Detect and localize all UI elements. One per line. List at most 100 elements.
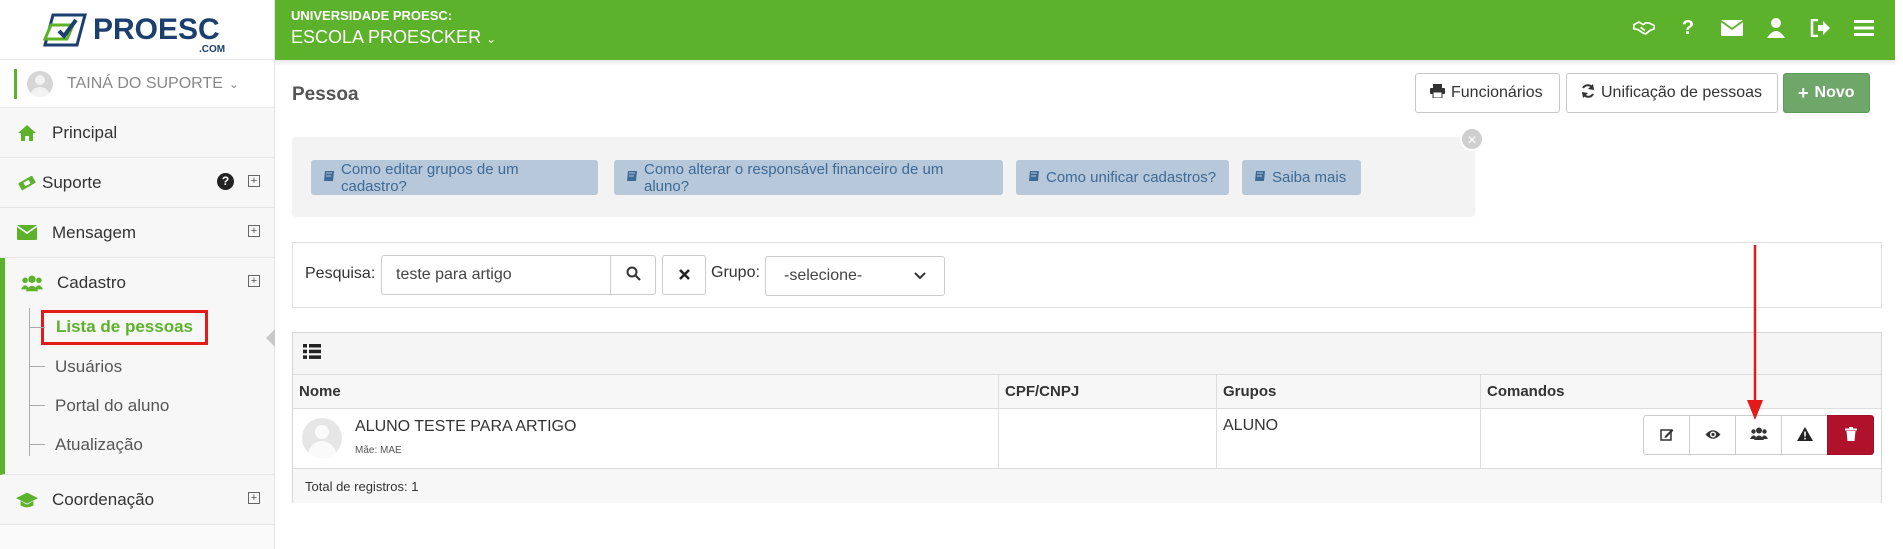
school-name: ESCOLA PROESCKER xyxy=(291,27,482,47)
view-button[interactable] xyxy=(1689,415,1736,455)
book-icon xyxy=(626,169,638,186)
school-selector[interactable]: ESCOLA PROESCKER ⌄ xyxy=(291,27,496,48)
user-name: TAINÁ DO SUPORTE xyxy=(67,74,223,92)
highlight-box: Lista de pessoas xyxy=(41,310,209,345)
delete-button[interactable] xyxy=(1827,415,1874,455)
header-icons: ? xyxy=(1633,16,1875,40)
groups-button[interactable] xyxy=(1735,415,1782,455)
help-link-label: Como unificar cadastros? xyxy=(1046,169,1217,186)
sidebar-active-caret xyxy=(266,329,275,347)
column-header-cpf[interactable]: CPF/CNPJ xyxy=(999,375,1217,409)
sidebar-item-mensagem[interactable]: Mensagem + xyxy=(0,208,274,258)
funcionarios-button[interactable]: Funcionários xyxy=(1415,73,1560,113)
close-icon[interactable]: × xyxy=(1460,127,1484,151)
book-icon xyxy=(1028,169,1040,186)
submenu-atualizacao[interactable]: Atualização xyxy=(5,425,274,464)
list-icon[interactable] xyxy=(303,343,321,364)
logo-sub: .COM xyxy=(199,44,225,55)
sidebar-item-principal[interactable]: Principal xyxy=(0,108,274,158)
eye-icon xyxy=(1705,428,1721,443)
sidebar-item-cadastro[interactable]: Cadastro + xyxy=(5,258,274,308)
novo-button[interactable]: + Novo xyxy=(1783,73,1870,113)
help-circle-icon[interactable]: ? xyxy=(217,173,234,190)
user-icon[interactable] xyxy=(1765,16,1787,40)
home-icon xyxy=(16,122,38,144)
search-label: Pesquisa: xyxy=(305,265,376,282)
logo-text: PROESC xyxy=(93,13,220,46)
column-header-grupos[interactable]: Grupos xyxy=(1217,375,1481,409)
sign-out-icon[interactable] xyxy=(1809,16,1831,40)
search-panel: Pesquisa: Grupo: -selecione- xyxy=(292,242,1882,308)
sidebar-item-label: Suporte xyxy=(42,172,102,192)
menu-icon[interactable] xyxy=(1853,16,1875,40)
sidebar: PROESC .COM TAINÁ DO SUPORTE ⌄ Principal… xyxy=(0,0,275,549)
novo-label: Novo xyxy=(1814,84,1855,101)
logo[interactable]: PROESC .COM xyxy=(0,0,274,60)
chevron-down-icon: ⌄ xyxy=(486,32,497,46)
search-input[interactable] xyxy=(381,255,611,295)
page-title: Pessoa xyxy=(292,84,359,105)
group-label: Grupo: xyxy=(711,264,760,281)
expand-icon[interactable]: + xyxy=(248,492,260,504)
table-footer: Total de registros: 1 xyxy=(293,469,1881,503)
book-icon xyxy=(323,169,335,186)
ticket-icon xyxy=(16,172,38,194)
group-select-value: -selecione- xyxy=(784,267,863,284)
user-menu[interactable]: TAINÁ DO SUPORTE ⌄ xyxy=(0,60,274,108)
table-toolbar xyxy=(293,333,1881,375)
help-link-label: Como editar grupos de um cadastro? xyxy=(341,160,519,195)
top-header: UNIVERSIDADE PROESC: ESCOLA PROESCKER ⌄ … xyxy=(275,0,1895,60)
person-mother: Mãe: MAE xyxy=(355,445,402,456)
unificacao-label: Unificação de pessoas xyxy=(1601,84,1762,101)
graduation-cap-icon xyxy=(16,489,38,511)
funcionarios-label: Funcionários xyxy=(1451,84,1543,101)
group-select[interactable]: -selecione- xyxy=(765,256,945,296)
help-link-responsavel-financeiro[interactable]: Como alterar o responsável financeiro de… xyxy=(614,160,1003,195)
clear-search-button[interactable] xyxy=(662,255,706,295)
table-row[interactable]: ALUNO TESTE PARA ARTIGO Mãe: MAE ALUNO xyxy=(293,409,1881,469)
search-icon xyxy=(626,266,641,284)
cadastro-submenu: Lista de pessoas Usuários Portal do alun… xyxy=(5,308,274,474)
book-icon xyxy=(1254,169,1266,186)
search-button[interactable] xyxy=(610,255,656,295)
unificacao-button[interactable]: Unificação de pessoas xyxy=(1566,73,1778,113)
person-group: ALUNO xyxy=(1223,417,1279,434)
help-link-label: Como alterar o responsável financeiro de… xyxy=(644,160,944,195)
expand-icon[interactable]: + xyxy=(248,175,260,187)
header-shadow xyxy=(275,60,1895,66)
help-link-unificar-cadastros[interactable]: Como unificar cadastros? xyxy=(1016,160,1229,195)
column-header-nome[interactable]: Nome xyxy=(293,375,999,409)
submenu-portal-do-aluno[interactable]: Portal do aluno xyxy=(5,386,274,425)
sidebar-item-label: Principal xyxy=(52,122,118,142)
sidebar-item-label: Coordenação xyxy=(52,489,155,509)
cell-comandos xyxy=(1481,409,1881,469)
submenu-usuarios[interactable]: Usuários xyxy=(5,347,274,386)
expand-icon[interactable]: + xyxy=(248,275,260,287)
users-icon xyxy=(21,272,43,294)
warning-button[interactable] xyxy=(1781,415,1828,455)
expand-icon[interactable]: + xyxy=(248,225,260,237)
print-icon xyxy=(1430,83,1445,103)
edit-icon xyxy=(1659,427,1674,444)
user-accent-bar xyxy=(14,68,17,99)
question-icon[interactable]: ? xyxy=(1677,16,1699,40)
sidebar-item-suporte[interactable]: Suporte ? + xyxy=(0,158,274,208)
handshake-icon[interactable] xyxy=(1633,16,1655,40)
close-icon xyxy=(678,268,690,283)
help-link-editar-grupos[interactable]: Como editar grupos de um cadastro? xyxy=(311,160,598,195)
cell-grupos: ALUNO xyxy=(1217,409,1481,469)
edit-button[interactable] xyxy=(1643,415,1690,455)
submenu-lista-de-pessoas[interactable]: Lista de pessoas xyxy=(5,308,274,347)
envelope-icon[interactable] xyxy=(1721,16,1743,40)
table-header: Nome CPF/CNPJ Grupos Comandos xyxy=(293,375,1881,409)
row-commands xyxy=(1643,415,1874,455)
proesc-logo-icon: PROESC .COM xyxy=(42,13,225,55)
annotation-arrow-icon xyxy=(1747,245,1763,420)
org-name: UNIVERSIDADE PROESC: xyxy=(291,8,453,23)
chevron-down-icon xyxy=(914,267,926,285)
sidebar-item-label: Mensagem xyxy=(52,222,137,242)
sidebar-group-cadastro: Cadastro + Lista de pessoas Usuários Por… xyxy=(0,258,274,475)
help-link-saiba-mais[interactable]: Saiba mais xyxy=(1242,160,1361,195)
sidebar-item-coordenacao[interactable]: Coordenação + xyxy=(0,475,274,525)
sidebar-item-label: Cadastro xyxy=(57,273,126,292)
